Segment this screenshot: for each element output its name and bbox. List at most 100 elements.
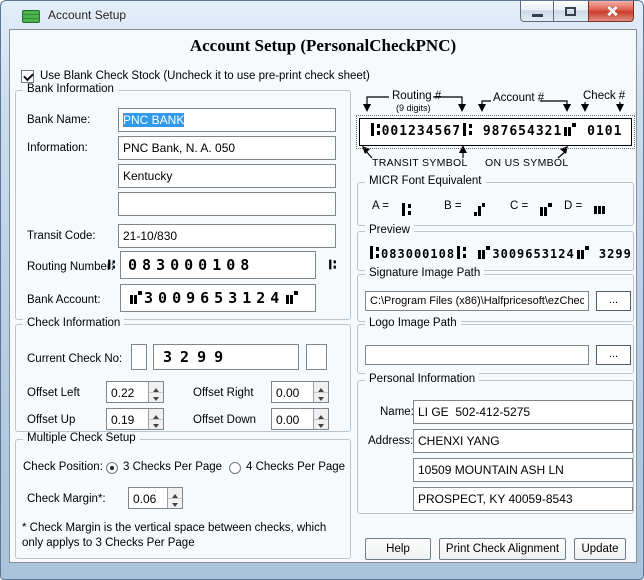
offset-down-value: 0.00 — [276, 413, 299, 427]
minimize-button[interactable] — [520, 1, 554, 22]
caption-buttons — [520, 1, 634, 22]
close-icon — [605, 4, 619, 18]
logo-image-path-legend: Logo Image Path — [365, 317, 461, 329]
routing-number-label: Routing Number: — [27, 261, 114, 273]
offset-down-down-arrow[interactable] — [314, 420, 328, 430]
app-icon — [22, 10, 40, 23]
logo-browse-button[interactable]: ... — [596, 345, 631, 365]
radio-3-checks-per-page[interactable] — [106, 462, 118, 474]
micr-font-equivalent-legend: MICR Font Equivalent — [365, 175, 486, 187]
offset-up-updown[interactable] — [148, 409, 163, 429]
logo-image-path-group: Logo Image Path ... — [357, 324, 634, 374]
bank-information-group: Bank Information Bank Name: PNC BANK Inf… — [15, 90, 351, 320]
onus-symbol-caption: ON US SYMBOL — [485, 157, 569, 169]
check-margin-value: 0.06 — [133, 492, 156, 506]
transit-symbol-icon-left — [108, 260, 115, 270]
offset-down-label: Offset Down — [193, 414, 256, 426]
window-title: Account Setup — [48, 8, 126, 22]
current-check-no-input[interactable]: 3299 — [153, 344, 299, 370]
multiple-check-setup-legend: Multiple Check Setup — [23, 432, 140, 444]
use-blank-check-stock-checkbox[interactable] — [21, 70, 34, 83]
check-no-suffix-input[interactable] — [306, 344, 327, 370]
close-button[interactable] — [588, 1, 634, 22]
update-button[interactable]: Update — [574, 538, 626, 560]
preview-legend: Preview — [365, 224, 414, 236]
transit-code-input[interactable] — [118, 224, 336, 248]
bank-info-input-3[interactable] — [118, 192, 336, 216]
offset-up-up-arrow[interactable] — [149, 409, 163, 420]
signature-image-path-legend: Signature Image Path — [365, 267, 484, 279]
offset-right-spinner[interactable]: 0.00 — [271, 381, 329, 403]
address-input-3[interactable] — [413, 487, 633, 511]
check-margin-note-line2: only applys to 3 Checks Per Page — [22, 537, 195, 549]
check-number-diagram-label: Check # — [583, 90, 625, 102]
check-information-legend: Check Information — [23, 317, 124, 329]
bank-information-legend: Bank Information — [23, 83, 118, 95]
address-input-2[interactable] — [413, 458, 633, 482]
check-margin-down-arrow[interactable] — [168, 499, 182, 509]
check-margin-spinner[interactable]: 0.06 — [128, 487, 183, 509]
offset-right-updown[interactable] — [313, 382, 328, 402]
check-margin-note-line1: * Check Margin is the vertical space bet… — [22, 522, 326, 534]
signature-image-path-group: Signature Image Path ... — [357, 274, 634, 322]
offset-right-label: Offset Right — [193, 387, 254, 399]
help-button[interactable]: Help — [365, 538, 431, 560]
bank-info-input-1[interactable] — [118, 136, 336, 160]
bank-account-input[interactable]: 3009653124 — [120, 284, 316, 312]
logo-path-input[interactable] — [365, 345, 589, 365]
information-label: Information: — [27, 142, 88, 154]
preview-group: Preview 083000108 3009653124 3299 — [357, 231, 634, 271]
micr-equiv-d-label: D = — [564, 200, 582, 212]
bank-name-input[interactable]: PNC BANK — [118, 108, 336, 132]
micr-line-diagram: Routing # (9 digits) Account # Check # 0… — [355, 88, 637, 178]
offset-down-up-arrow[interactable] — [314, 409, 328, 420]
offset-up-down-arrow[interactable] — [149, 420, 163, 430]
offset-left-label: Offset Left — [27, 387, 80, 399]
print-check-alignment-button[interactable]: Print Check Alignment — [439, 538, 566, 560]
signature-browse-button[interactable]: ... — [596, 291, 631, 311]
3-checks-per-page-label: 3 Checks Per Page — [123, 461, 222, 473]
offset-down-spinner[interactable]: 0.00 — [271, 408, 329, 430]
personal-information-group: Personal Information Name: Address: — [357, 380, 634, 514]
title-bar[interactable]: Account Setup — [1, 1, 643, 29]
multiple-check-setup-group: Multiple Check Setup Check Position: 3 C… — [15, 439, 351, 559]
offset-down-updown[interactable] — [313, 409, 328, 429]
offset-up-spinner[interactable]: 0.19 — [106, 408, 164, 430]
micr-font-equivalent-group: MICR Font Equivalent A = B = C = D = — [357, 182, 634, 226]
offset-up-label: Offset Up — [27, 414, 75, 426]
minimize-icon — [532, 14, 543, 17]
micr-equiv-a-label: A = — [372, 200, 389, 212]
check-information-group: Check Information Current Check No: 3299… — [15, 324, 351, 432]
offset-right-down-arrow[interactable] — [314, 393, 328, 403]
amount-symbol-icon — [472, 200, 487, 219]
micr-sample-line: 001234567 987654321 0101 — [359, 118, 632, 146]
routing-digits-note: (9 digits) — [396, 103, 431, 113]
bank-name-selected-text: PNC BANK — [123, 113, 184, 127]
name-input[interactable] — [413, 400, 633, 424]
check-no-prefix-input[interactable] — [131, 344, 147, 370]
check-margin-updown[interactable] — [167, 488, 182, 508]
offset-left-down-arrow[interactable] — [149, 393, 163, 403]
check-position-label: Check Position: — [23, 461, 103, 473]
signature-path-input[interactable] — [365, 291, 589, 311]
page-title: Account Setup (PersonalCheckPNC) — [10, 36, 636, 56]
transit-code-label: Transit Code: — [27, 230, 96, 242]
bank-account-label: Bank Account: — [27, 294, 101, 306]
offset-up-value: 0.19 — [111, 413, 134, 427]
offset-right-up-arrow[interactable] — [314, 382, 328, 393]
address-input-1[interactable] — [413, 429, 633, 453]
offset-left-updown[interactable] — [148, 382, 163, 402]
bank-info-input-2[interactable] — [118, 164, 336, 188]
maximize-button[interactable] — [554, 1, 588, 22]
offset-left-spinner[interactable]: 0.22 — [106, 381, 164, 403]
check-margin-up-arrow[interactable] — [168, 488, 182, 499]
transit-symbol-icon-right — [329, 260, 336, 270]
dash-symbol-icon — [592, 200, 607, 219]
radio-4-checks-per-page[interactable] — [229, 462, 241, 474]
name-label: Name: — [380, 406, 414, 418]
account-number-diagram-label: Account # — [493, 92, 544, 104]
routing-number-diagram-label: Routing # — [392, 90, 441, 102]
routing-number-input[interactable]: 083000108 — [120, 251, 316, 279]
account-setup-window: Account Setup Account Setup (PersonalChe… — [0, 0, 644, 580]
offset-left-up-arrow[interactable] — [149, 382, 163, 393]
